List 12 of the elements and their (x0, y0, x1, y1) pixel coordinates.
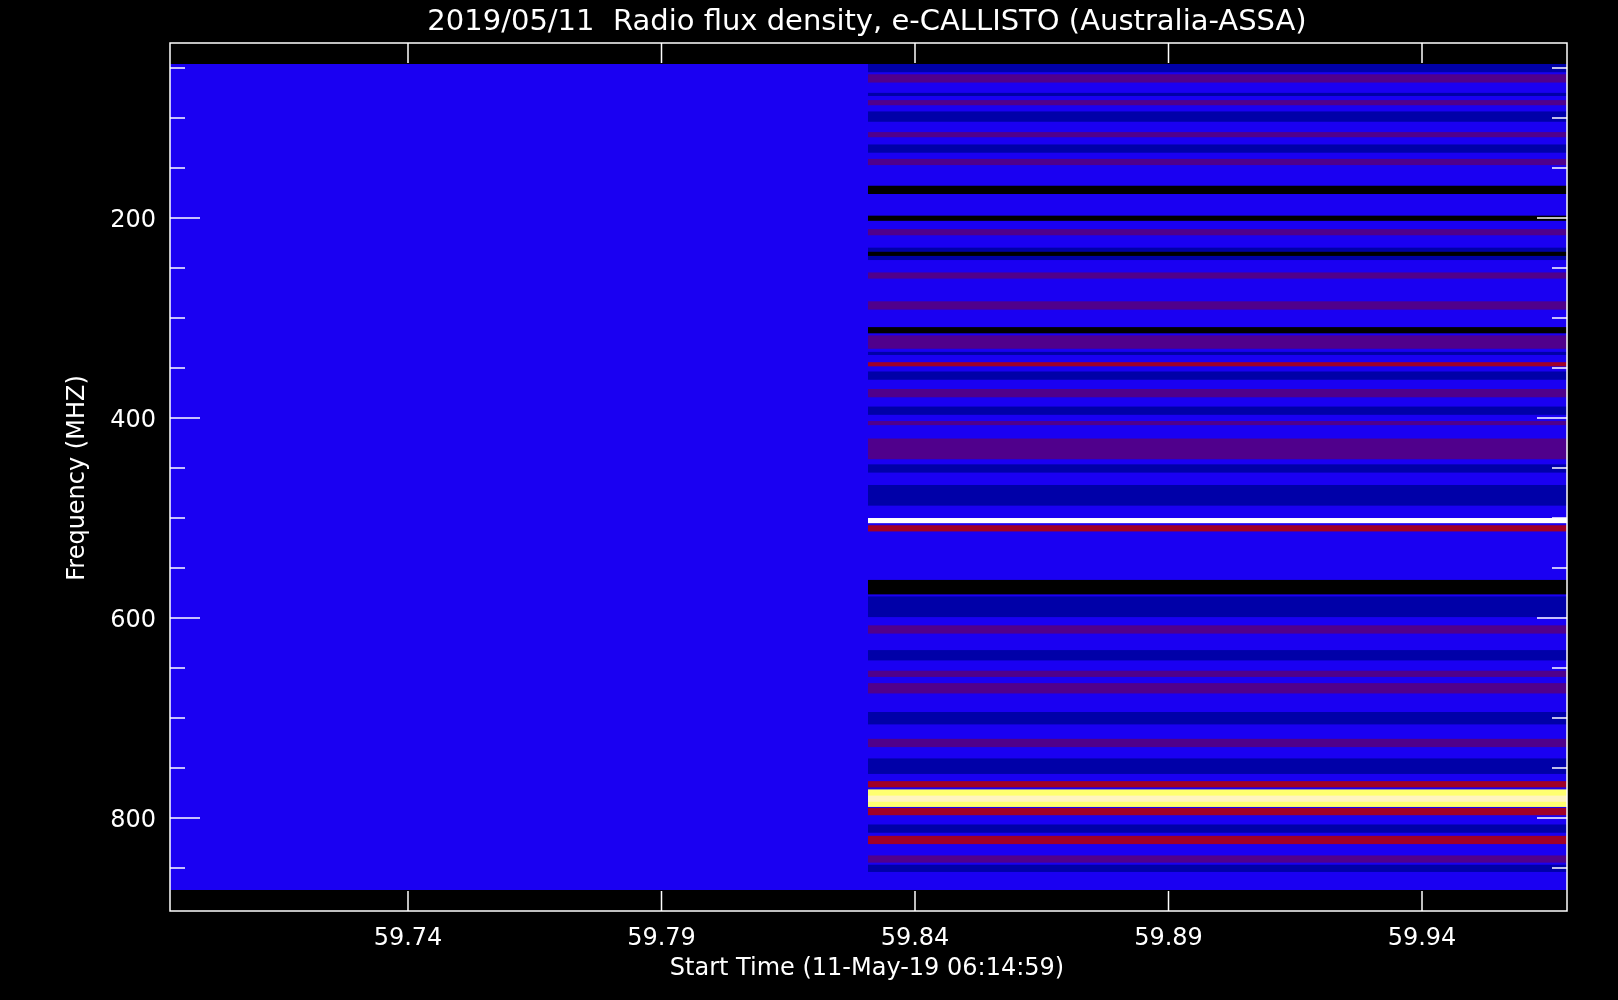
y-axis-label: Frequency (MHZ) (62, 375, 90, 581)
tick-label: 59.89 (1134, 923, 1203, 951)
tick-label: 59.74 (373, 923, 443, 951)
tick-label: 200 (110, 205, 156, 233)
tick-label: 600 (110, 605, 156, 633)
tick-label: 59.94 (1387, 923, 1457, 951)
tick-label: 400 (110, 405, 156, 433)
x-axis-label: Start Time (11-May-19 06:14:59) (669, 953, 1065, 981)
tick-label: 59.79 (627, 923, 696, 951)
chart-title: 2019/05/11 Radio flux density, e-CALLISTO (Australia-ASSA) (427, 3, 1307, 37)
tick-label: 800 (110, 805, 156, 833)
tick-label: 59.84 (880, 923, 950, 951)
